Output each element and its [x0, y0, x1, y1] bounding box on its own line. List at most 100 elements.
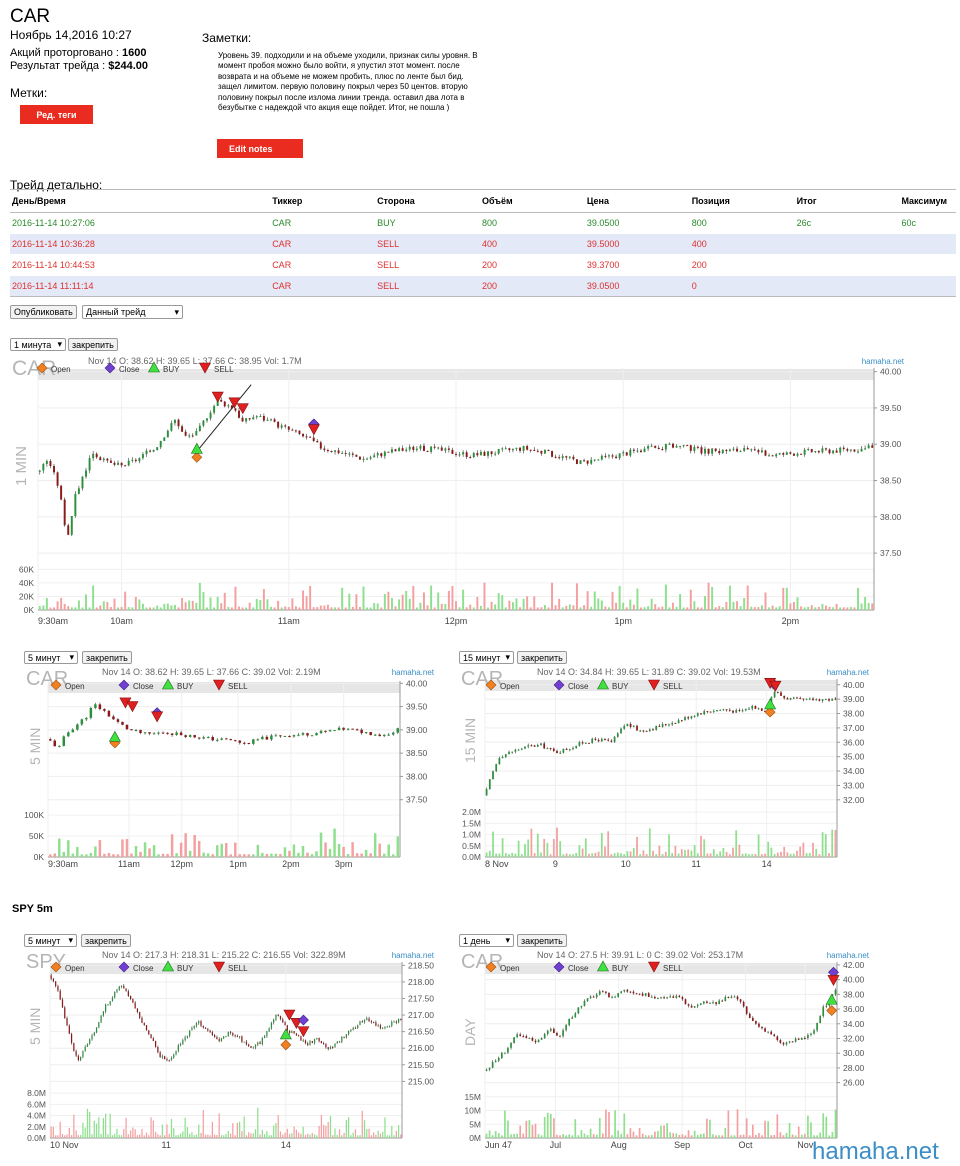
edit-tags-button[interactable]: Ред. теги: [20, 105, 93, 124]
volume-bar: [546, 842, 549, 857]
candle-body: [300, 1036, 302, 1041]
candle-body: [751, 705, 754, 709]
volume-bar: [412, 585, 415, 610]
candle-body: [189, 1030, 191, 1036]
candle-body: [721, 449, 724, 454]
volume-bar: [832, 607, 835, 610]
pin-button-c3[interactable]: закрепить: [517, 651, 567, 664]
volume-bar: [49, 607, 52, 610]
candle-body: [611, 996, 613, 998]
candle-body: [500, 1052, 503, 1058]
volume-bar: [292, 844, 296, 857]
volume-bar: [184, 1117, 186, 1138]
legend-label-sell: SELL: [663, 964, 683, 973]
pin-button-c2[interactable]: закрепить: [82, 651, 132, 664]
candle-body: [551, 451, 554, 457]
interval-select-c1[interactable]: 1 минута ▾: [10, 338, 66, 351]
price-tick-label: 40.00: [843, 680, 865, 690]
pin-button-c1[interactable]: закрепить: [68, 338, 118, 351]
candle-body: [259, 1042, 261, 1045]
edit-notes-button[interactable]: Edit notes: [217, 139, 303, 158]
volume-bar: [38, 606, 41, 610]
volume-bar: [681, 1134, 684, 1138]
volume-bar: [583, 605, 586, 610]
candle-body: [672, 996, 675, 998]
interval-select-c2[interactable]: 5 минут ▾: [24, 651, 78, 664]
volume-bar: [796, 597, 799, 610]
candle-body: [796, 453, 799, 456]
trade-scope-select[interactable]: Данный трейд ▾: [82, 305, 183, 319]
legend-label-open: Open: [65, 682, 85, 691]
candle-body: [693, 1006, 696, 1008]
candle-body: [620, 728, 622, 734]
interval-select-c5[interactable]: 1 день ▾: [459, 934, 514, 947]
volume-bar: [170, 1118, 173, 1138]
volume-bar: [355, 594, 358, 610]
candle-body: [287, 426, 290, 430]
ohlc-info: Nov 14 O: 38.62 H: 39.65 L: 37.66 C: 39.…: [102, 667, 321, 677]
interval-select-c4[interactable]: 5 минут ▾: [24, 934, 77, 947]
candle-body: [642, 730, 645, 732]
volume-bar: [614, 1110, 616, 1138]
volume-bar: [380, 607, 383, 610]
candle-body: [376, 453, 379, 456]
time-axis-label: 9:30am: [48, 859, 78, 869]
candle-body: [387, 451, 390, 453]
volume-bar: [75, 1130, 77, 1138]
pin-button-c4[interactable]: закрепить: [81, 934, 131, 947]
volume-bar: [252, 1133, 254, 1138]
candle-body: [451, 449, 454, 454]
candle-body: [553, 1028, 555, 1033]
volume-bar: [786, 852, 789, 857]
interval-select-c3[interactable]: 15 минут ▾: [459, 651, 514, 664]
volume-bar: [736, 1109, 739, 1138]
volume-bar: [458, 607, 461, 610]
volume-bar: [310, 854, 314, 857]
candle-body: [677, 720, 680, 724]
candle-body: [822, 1006, 825, 1017]
candle-body: [373, 734, 377, 736]
trade-table-header: День/Время Тиккер Сторона Объём Цена Позиция И…: [10, 189, 956, 213]
legend-band: [485, 680, 837, 691]
volume-bar: [696, 607, 699, 610]
volume-bar: [148, 1135, 150, 1138]
volume-bar: [127, 1134, 129, 1138]
publish-button[interactable]: Опубликовать: [10, 305, 77, 319]
volume-bar: [778, 606, 781, 610]
volume-bar: [725, 601, 728, 610]
volume-bar: [336, 1134, 338, 1138]
volume-bar: [718, 1135, 720, 1138]
chart-ticker-watermark: CAR: [461, 668, 503, 690]
candle-body: [519, 1034, 522, 1037]
candle-body: [193, 1025, 195, 1029]
volume-bar: [159, 1135, 161, 1138]
volume-bar: [693, 601, 696, 610]
volume-bar: [497, 1133, 500, 1138]
candle-body: [660, 997, 662, 999]
candle-body: [792, 453, 795, 456]
pin-button-c5[interactable]: закрепить: [517, 934, 567, 947]
candle-body: [620, 991, 623, 994]
volume-bar: [130, 853, 133, 857]
volume-bar: [586, 591, 589, 610]
volume-bar: [84, 1127, 86, 1138]
volume-tick-label: 1.0M: [462, 830, 481, 840]
volume-bar: [528, 1120, 531, 1138]
candle-body: [591, 738, 594, 743]
candle-body: [462, 452, 465, 455]
volume-bar: [757, 834, 760, 857]
volume-bar: [808, 852, 811, 857]
time-axis-label: Aug: [611, 1140, 627, 1150]
volume-bar: [764, 592, 767, 610]
trade-result: Результат трейда : $244.00: [10, 60, 148, 72]
candle-body: [497, 449, 500, 454]
candle-body: [476, 453, 479, 456]
candle-body: [279, 1016, 282, 1020]
volume-bar: [771, 605, 774, 610]
candle-body: [517, 749, 520, 751]
table-cell: 800: [689, 212, 795, 234]
volume-bar: [67, 840, 70, 857]
volume-bar: [177, 1135, 179, 1138]
candle-body: [760, 708, 763, 711]
candle-body: [91, 1035, 93, 1040]
